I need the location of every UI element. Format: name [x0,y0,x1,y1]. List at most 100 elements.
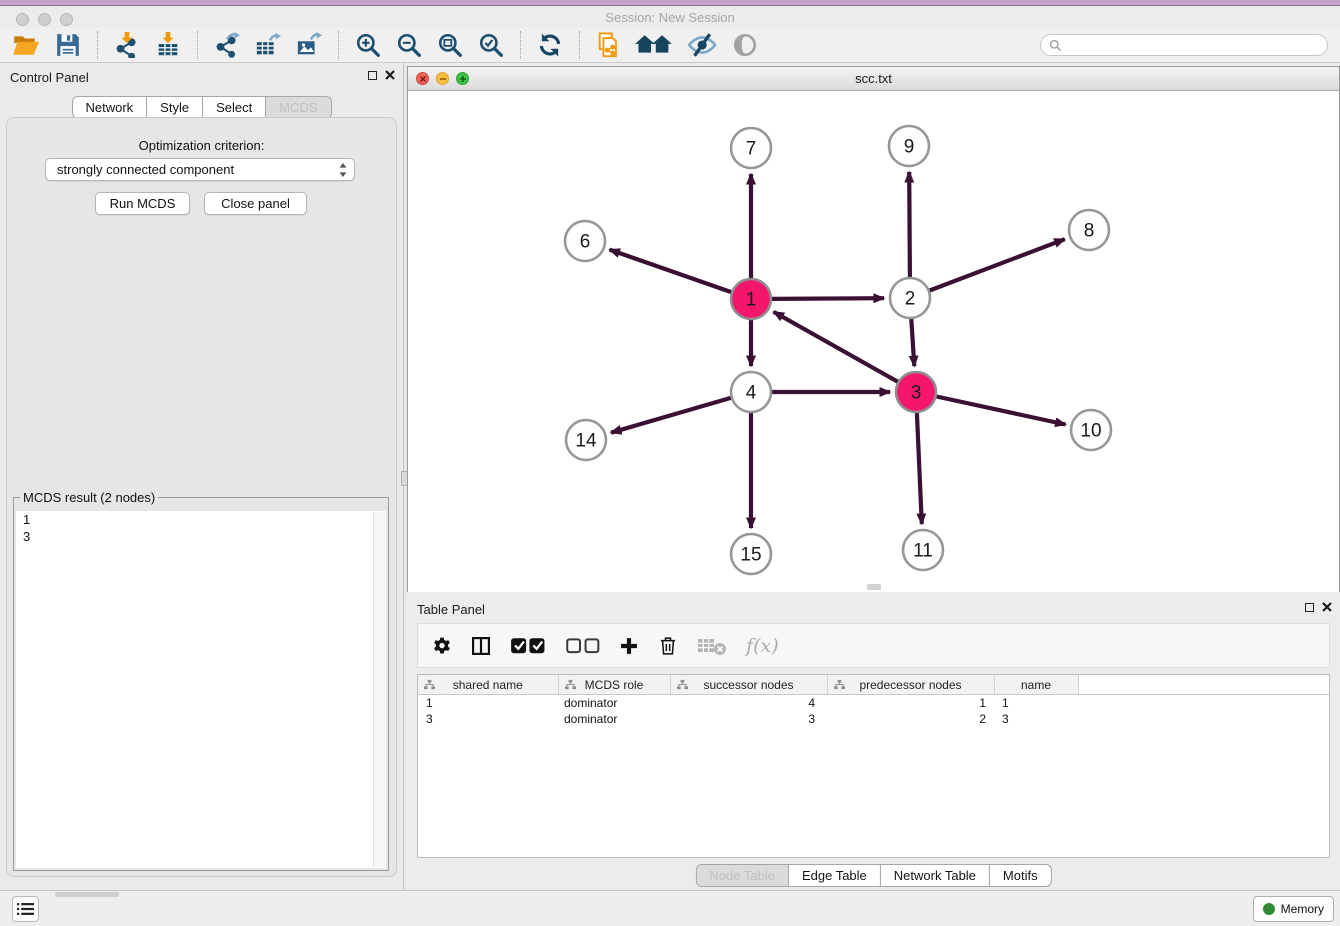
status-bar: Memory [0,890,1340,926]
float-panel-icon[interactable] [368,71,377,80]
result-line: 3 [16,528,386,545]
network-canvas[interactable]: 7 9 6 8 1 2 4 3 14 10 15 11 [408,91,1339,592]
tab-edge-table[interactable]: Edge Table [788,865,880,886]
deselect-all-rows-icon[interactable] [565,636,601,656]
search-input[interactable] [1067,37,1319,54]
toolbar-separator [197,31,198,59]
table-row[interactable]: 1dominator411 [418,695,1329,712]
column-header-shared-name[interactable]: shared name [418,675,558,695]
import-network-icon[interactable] [114,31,140,59]
clone-network-icon[interactable] [596,31,620,59]
edge-1-2[interactable] [772,298,884,299]
tab-mcds[interactable]: MCDS [265,97,330,118]
table-cell[interactable]: 1 [827,695,994,712]
graph-node-7[interactable]: 7 [731,128,771,168]
table-cell[interactable]: 2 [827,711,994,727]
svg-text:8: 8 [1084,221,1095,242]
select-all-rows-icon[interactable] [510,636,546,656]
open-session-icon[interactable] [12,31,40,59]
tab-network[interactable]: Network [72,97,146,118]
table-cell[interactable]: 1 [418,695,558,712]
mcds-panel: Optimization criterion: strongly connect… [6,117,397,877]
zoom-fit-icon[interactable] [437,31,463,59]
close-panel-icon[interactable] [385,70,395,80]
column-header-mcds-role[interactable]: MCDS role [558,675,670,695]
settings-gear-icon[interactable] [432,636,452,656]
control-panel: Control Panel NetworkStyleSelectMCDS Opt… [0,63,403,890]
task-history-button[interactable] [12,896,39,922]
table-cell[interactable]: 3 [670,711,827,727]
graph-node-9[interactable]: 9 [889,126,929,166]
column-header-predecessor-nodes[interactable]: predecessor nodes [827,675,994,695]
table-panel-title: Table Panel [417,602,485,617]
edge-2-9[interactable] [909,172,910,277]
edge-2-3[interactable] [911,319,914,366]
tab-motifs[interactable]: Motifs [989,865,1051,886]
first-neighbors-icon[interactable] [635,31,672,59]
tab-network-table[interactable]: Network Table [880,865,989,886]
table-cell[interactable]: 3 [418,711,558,727]
table-cell[interactable]: 4 [670,695,827,712]
node-table-header-row: shared nameMCDS rolesuccessor nodesprede… [418,675,1329,695]
tab-style[interactable]: Style [146,97,202,118]
table-cell[interactable]: 1 [994,695,1078,712]
statusbar-grip[interactable] [55,892,119,897]
result-scrollbar[interactable] [373,512,385,867]
column-header-name[interactable]: name [994,675,1078,695]
edge-4-14[interactable] [611,398,731,433]
network-canvas-svg: 7 9 6 8 1 2 4 3 14 10 15 11 [408,91,1339,592]
zoom-in-icon[interactable] [355,31,381,59]
zoom-out-icon[interactable] [396,31,422,59]
hide-selected-icon[interactable] [687,31,717,59]
export-table-icon[interactable] [255,31,281,59]
graph-node-10[interactable]: 10 [1071,410,1111,450]
graph-node-6[interactable]: 6 [565,221,605,261]
memory-button[interactable]: Memory [1253,896,1334,922]
edge-3-11[interactable] [917,413,922,524]
close-table-panel-icon[interactable] [1322,602,1332,612]
refresh-icon[interactable] [537,31,563,59]
edge-2-8[interactable] [930,239,1065,290]
mcds-result-text[interactable]: 13 [16,511,386,868]
graph-node-15[interactable]: 15 [731,534,771,574]
close-panel-button[interactable]: Close panel [204,192,307,215]
criterion-select[interactable]: strongly connected component [45,158,355,181]
table-cell[interactable]: dominator [558,695,670,712]
graph-node-11[interactable]: 11 [903,530,943,570]
column-header-successor-nodes[interactable]: successor nodes [670,675,827,695]
graph-node-4[interactable]: 4 [731,372,771,412]
tab-node-table[interactable]: Node Table [696,865,788,886]
edge-1-6[interactable] [610,250,732,293]
graph-node-8[interactable]: 8 [1069,210,1109,250]
export-network-icon[interactable] [214,31,240,59]
search-box[interactable] [1040,34,1328,56]
import-table-icon[interactable] [155,31,181,59]
svg-text:10: 10 [1080,421,1101,442]
table-cell[interactable]: dominator [558,711,670,727]
network-resize-grip[interactable] [867,584,881,590]
export-image-icon[interactable] [296,31,322,59]
column-visibility-icon[interactable] [471,636,491,656]
table-panel-tabs: Node TableEdge TableNetwork TableMotifs [695,864,1051,887]
graph-node-2[interactable]: 2 [890,278,930,318]
edge-3-1[interactable] [774,312,898,382]
table-cell[interactable]: 3 [994,711,1078,727]
network-window: scc.txt 7 9 6 8 1 2 4 3 14 10 15 11 [407,66,1340,592]
float-table-panel-icon[interactable] [1305,603,1314,612]
optimization-criterion-label: Optimization criterion: [7,138,396,153]
edge-3-10[interactable] [937,397,1066,425]
tab-select[interactable]: Select [202,97,265,118]
delete-column-icon[interactable] [658,636,678,656]
add-column-icon[interactable] [619,636,639,656]
graph-node-14[interactable]: 14 [566,420,606,460]
table-panel: Table Panel f(x) shared nameMCDS rolesuc… [407,595,1340,890]
network-window-titlebar[interactable]: scc.txt [408,67,1339,91]
run-mcds-button[interactable]: Run MCDS [95,192,190,215]
table-row[interactable]: 3dominator323 [418,711,1329,727]
node-table: shared nameMCDS rolesuccessor nodesprede… [417,674,1330,858]
zoom-selected-icon[interactable] [478,31,504,59]
save-session-icon[interactable] [55,31,81,59]
graph-node-3[interactable]: 3 [896,372,936,412]
svg-text:4: 4 [746,383,757,404]
graph-node-1[interactable]: 1 [731,279,771,319]
